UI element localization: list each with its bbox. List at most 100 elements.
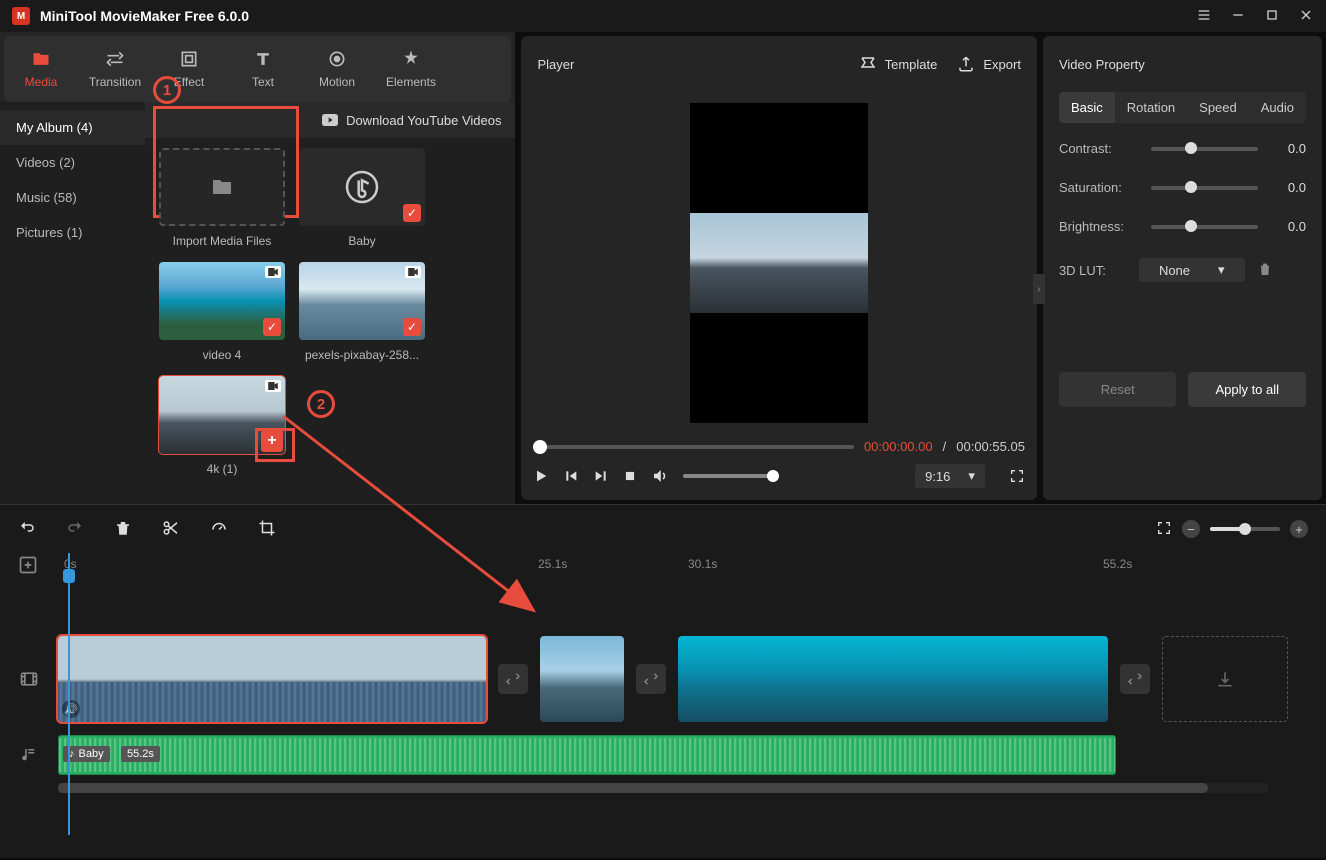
chevron-down-icon: ▾ [1218,262,1225,278]
media-item-video4[interactable]: ✓ video 4 [159,262,285,362]
saturation-slider[interactable] [1151,186,1258,190]
fullscreen-button[interactable] [1009,468,1025,484]
time-current: 00:00:00.00 [864,439,933,454]
preview-frame [690,103,868,423]
sidebar-item-music[interactable]: Music (58) [0,180,145,215]
check-icon: ✓ [403,204,421,222]
timeline-panel: − + 0s 25.1s 30.1s 55.2s 🔊 [0,504,1326,858]
transition-slot[interactable] [636,664,666,694]
prev-button[interactable] [563,468,579,484]
contrast-slider[interactable] [1151,147,1258,151]
brightness-slider[interactable] [1151,225,1258,229]
export-button[interactable]: Export [957,55,1021,73]
seek-bar[interactable] [533,445,853,449]
zoom-out-button[interactable]: − [1182,520,1200,538]
volume-slider[interactable] [683,474,773,478]
audio-clip-duration: 55.2s [121,746,160,762]
title-bar: M MiniTool MovieMaker Free 6.0.0 [0,0,1326,32]
lut-label: 3D LUT: [1059,263,1139,278]
drop-zone[interactable] [1162,636,1288,722]
property-title: Video Property [1059,36,1306,92]
menu-icon[interactable] [1196,7,1212,26]
text-tab[interactable]: Text [226,36,300,102]
download-youtube-link[interactable]: Download YouTube Videos [322,113,501,128]
player-panel: Player Template Export 00:00:00.00 / 00:… [521,36,1036,500]
import-media-button[interactable]: Import Media Files [159,148,285,248]
tab-speed[interactable]: Speed [1187,92,1249,123]
timeline-clip-1[interactable]: 🔊 [58,636,486,722]
annotation-step-2: 2 [307,390,335,418]
motion-tab[interactable]: Motion [300,36,374,102]
check-icon: ✓ [403,318,421,336]
media-item-4k[interactable]: + 4k (1) 2 [159,376,285,476]
sidebar-item-pictures[interactable]: Pictures (1) [0,215,145,250]
zoom-in-button[interactable]: + [1290,520,1308,538]
delete-button[interactable] [114,519,132,540]
check-icon: ✓ [263,318,281,336]
tab-rotation[interactable]: Rotation [1115,92,1187,123]
minimize-icon[interactable] [1230,7,1246,26]
lut-select[interactable]: None ▾ [1139,258,1245,282]
media-tab[interactable]: Media [4,36,78,102]
undo-button[interactable] [18,519,36,540]
app-icon: M [12,7,30,25]
fit-icon[interactable] [1156,520,1172,539]
video-icon [265,266,281,278]
timeline-scrollbar[interactable] [58,783,1268,793]
crop-button[interactable] [258,519,276,540]
media-grid-area: Download YouTube Videos 1 Import Media F… [145,102,515,504]
annotation-step-1: 1 [153,76,181,104]
audio-track-icon [0,746,58,764]
transition-tab[interactable]: Transition [78,36,152,102]
transition-slot[interactable] [498,664,528,694]
sidebar-item-myalbum[interactable]: My Album (4) [0,110,145,145]
next-button[interactable] [593,468,609,484]
redo-button[interactable] [66,519,84,540]
collapse-arrow-icon[interactable]: › [1033,274,1045,304]
tab-basic[interactable]: Basic [1059,92,1115,123]
timeline-clip-2[interactable] [540,636,624,722]
playhead[interactable] [68,553,70,835]
speed-button[interactable] [210,519,228,540]
split-button[interactable] [162,519,180,540]
transition-slot[interactable] [1120,664,1150,694]
audio-clip[interactable]: ♪ Baby 55.2s [58,735,1116,775]
annotation-rect-2 [255,428,295,462]
aspect-ratio-select[interactable]: 9:16 ▾ [915,464,985,488]
play-button[interactable] [533,468,549,484]
audio-track: ♪ Baby 55.2s [0,727,1326,783]
timeline-ruler[interactable]: 0s 25.1s 30.1s 55.2s [58,553,1326,581]
video-icon [265,380,281,392]
add-track-button[interactable] [18,555,38,578]
media-item-pexels[interactable]: ✓ pexels-pixabay-258... [299,262,425,362]
apply-all-button[interactable]: Apply to all [1188,372,1306,407]
contrast-value: 0.0 [1270,141,1306,156]
trash-icon[interactable] [1257,261,1273,280]
time-duration: 00:00:55.05 [956,439,1025,454]
maximize-icon[interactable] [1264,7,1280,26]
zoom-slider[interactable] [1210,527,1280,531]
saturation-value: 0.0 [1270,180,1306,195]
tab-audio[interactable]: Audio [1249,92,1306,123]
stop-button[interactable] [623,469,637,483]
sidebar-item-videos[interactable]: Videos (2) [0,145,145,180]
media-item-baby[interactable]: ✓ Baby [299,148,425,248]
contrast-label: Contrast: [1059,141,1139,156]
main-toolbar: Media Transition Effect Text Motion Elem… [4,36,511,102]
timeline-clip-3[interactable] [678,636,1108,722]
chevron-down-icon: ▾ [968,468,975,484]
reset-button[interactable]: Reset [1059,372,1177,407]
album-sidebar: My Album (4) Videos (2) Music (58) Pictu… [0,102,145,504]
elements-tab[interactable]: Elements [374,36,448,102]
video-icon [405,266,421,278]
template-button[interactable]: Template [859,55,938,73]
saturation-label: Saturation: [1059,180,1139,195]
volume-icon[interactable] [651,467,669,485]
player-title: Player [537,57,838,72]
video-track: 🔊 [0,631,1326,727]
preview-area [521,92,1036,433]
brightness-label: Brightness: [1059,219,1139,234]
close-icon[interactable] [1298,7,1314,26]
video-track-icon [0,669,58,689]
media-panel: Media Transition Effect Text Motion Elem… [0,32,515,504]
